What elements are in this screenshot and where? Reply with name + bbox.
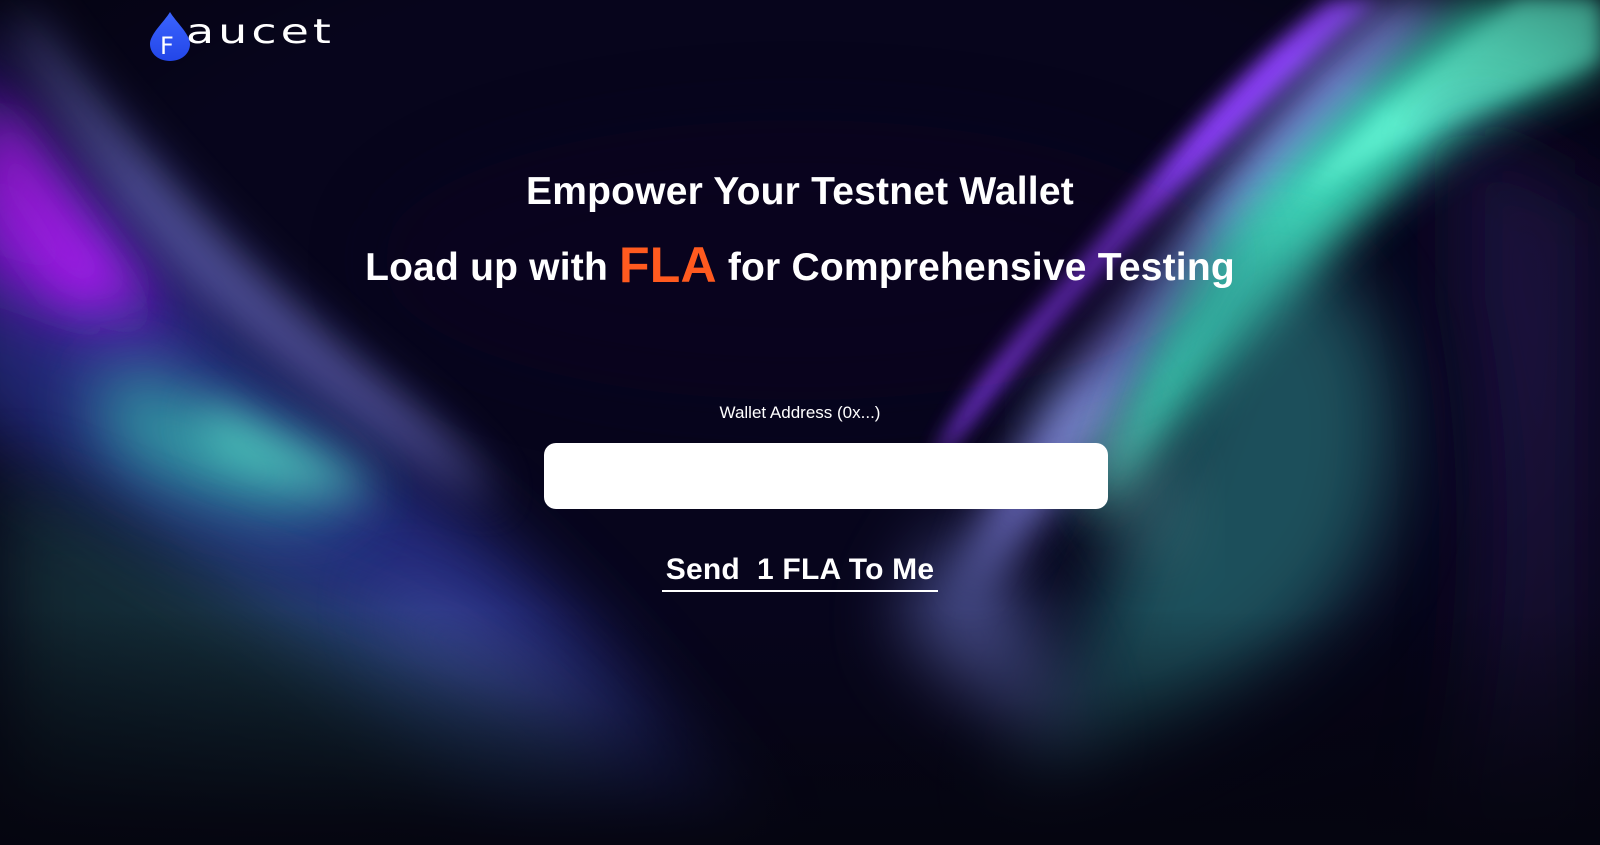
faucet-page: F aucet Empower Your Testnet Wallet Load… <box>0 0 1600 845</box>
send-fla-button-label: Send 1 FLA To Me <box>661 553 939 592</box>
hero-token-accent: FLA <box>619 237 717 293</box>
send-fla-button[interactable]: Send 1 FLA To Me <box>0 553 1600 592</box>
hero-subtitle-suffix: for Comprehensive Testing <box>716 246 1235 289</box>
hero-subtitle-prefix: Load up with <box>365 246 620 289</box>
hero-title: Empower Your Testnet Wallet <box>526 170 1074 213</box>
wallet-address-input[interactable] <box>544 443 1108 509</box>
logo-wordmark: aucet <box>186 12 335 52</box>
wallet-address-label: Wallet Address (0x...) <box>719 403 881 422</box>
logo-letter: F <box>160 32 174 60</box>
faucet-logo[interactable]: F aucet <box>148 10 331 62</box>
hero-subtitle: Load up with FLA for Comprehensive Testi… <box>0 236 1600 294</box>
